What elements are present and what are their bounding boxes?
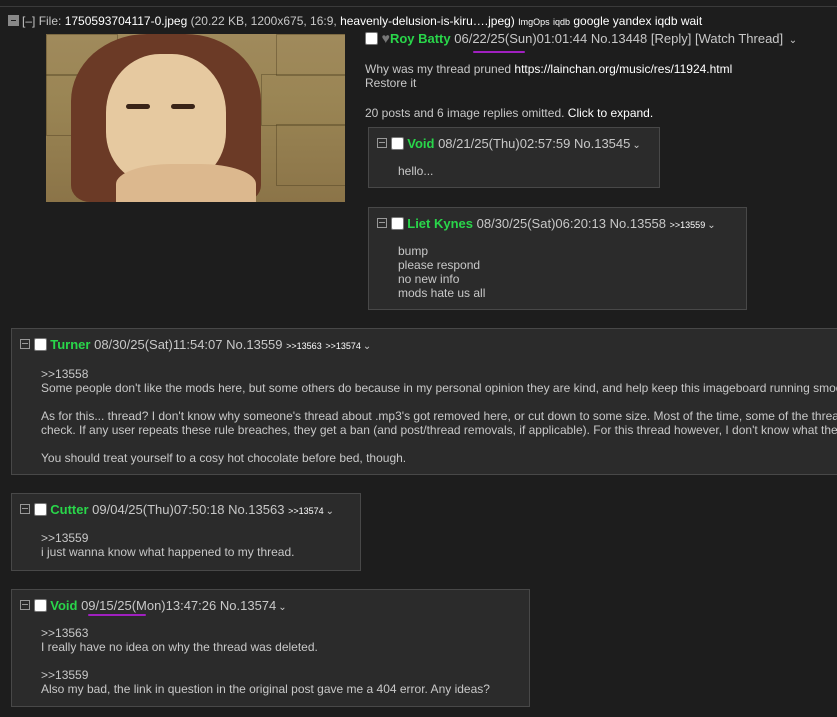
select-checkbox[interactable] xyxy=(390,217,404,230)
chevron-down-icon[interactable]: ⌄ xyxy=(632,140,640,151)
quote-link[interactable]: >>13558 xyxy=(41,367,837,381)
op-header: ♥Roy Batty 06/22/25(Sun)01:01:44 No.1344… xyxy=(365,30,797,46)
yandex-link[interactable]: yandex xyxy=(613,14,652,28)
reply-post: Cutter 09/04/25(Thu)07:50:18 No.13563 >>… xyxy=(11,493,361,571)
reply-post: Turner 08/30/25(Sat)11:54:07 No.13559 >>… xyxy=(11,328,837,475)
post-datetime: 08/30/25(Sat)06:20:13 xyxy=(476,216,607,231)
annotation-underline xyxy=(88,614,146,616)
message-line: Also my bad, the link in question in the… xyxy=(41,682,490,696)
reply-post: Liet Kynes 08/30/25(Sat)06:20:13 No.1355… xyxy=(368,207,747,310)
poster-name: Void xyxy=(50,598,78,613)
poster-name: Void xyxy=(407,136,435,151)
collapse-icon[interactable] xyxy=(8,15,19,26)
post-number[interactable]: No.13558 xyxy=(610,216,666,231)
message-line: i just wanna know what happened to my th… xyxy=(41,545,295,559)
post-message: >>13563 I really have no idea on why the… xyxy=(41,626,490,696)
op-poster-name: Roy Batty xyxy=(389,31,451,46)
annotation-underline xyxy=(473,51,525,53)
post-message: >>13559 i just wanna know what happened … xyxy=(41,531,295,559)
reply-post: Void 08/21/25(Thu)02:57:59 No.13545 ⌄ hel… xyxy=(368,127,660,188)
chevron-down-icon[interactable]: ⌄ xyxy=(326,506,334,517)
op-body-text: Why was my thread pruned xyxy=(365,62,512,76)
select-checkbox[interactable] xyxy=(390,137,404,150)
poster-name: Liet Kynes xyxy=(407,216,473,231)
message-line: As for this... thread? I don't know why … xyxy=(41,409,837,423)
message-line: hello... xyxy=(398,164,434,178)
quote-link[interactable]: >>13559 xyxy=(41,668,490,682)
message-line: no new info xyxy=(398,272,460,286)
post-number[interactable]: No.13574 xyxy=(220,598,276,613)
message-line: bump xyxy=(398,244,429,258)
top-divider xyxy=(0,6,837,7)
watch-thread-link[interactable]: [Watch Thread] xyxy=(695,31,783,46)
op-time: (Sun)01:01:44 xyxy=(504,31,588,46)
op-body-link[interactable]: https://lainchan.org/music/res/11924.htm… xyxy=(514,62,732,76)
hide-post-icon[interactable] xyxy=(20,600,30,610)
omitted-notice: 20 posts and 6 image replies omitted. Cl… xyxy=(365,106,653,120)
file-label: File: xyxy=(38,14,62,28)
post-number[interactable]: No.13563 xyxy=(228,502,284,517)
post-number[interactable]: No.13559 xyxy=(226,337,282,352)
message-line: You should treat yourself to a cosy hot … xyxy=(41,451,407,465)
post-message: hello... xyxy=(398,164,433,178)
op-date: 06/22/25 xyxy=(454,31,505,46)
post-message: >>13558 Some people don't like the mods … xyxy=(41,367,837,465)
hide-post-icon[interactable] xyxy=(377,138,387,148)
quote-link[interactable]: >>13563 xyxy=(41,626,490,640)
backlink[interactable]: >>13559 xyxy=(670,220,706,230)
post-datetime: 08/30/25(Sat)11:54:07 xyxy=(94,337,223,352)
hide-post-icon[interactable] xyxy=(377,218,387,228)
post-number[interactable]: No.13545 xyxy=(574,136,630,151)
backlink[interactable]: >>13574 xyxy=(288,506,324,516)
select-checkbox[interactable] xyxy=(33,338,47,351)
quote-link[interactable]: >>13559 xyxy=(41,531,295,545)
google-link[interactable]: google xyxy=(573,14,609,28)
op-image-thumbnail[interactable] xyxy=(46,34,345,202)
op-post-number[interactable]: No.13448 xyxy=(591,31,647,46)
chevron-down-icon[interactable]: ⌄ xyxy=(363,341,371,352)
chevron-down-icon[interactable]: ⌄ xyxy=(278,602,286,613)
omitted-text: 20 posts and 6 image replies omitted. xyxy=(365,106,565,120)
op-select-checkbox[interactable] xyxy=(365,32,378,45)
poster-name: Turner xyxy=(50,337,91,352)
post-time: (Mon)13:47:26 xyxy=(131,598,217,613)
collapse-toggle[interactable]: [–] xyxy=(22,14,35,28)
message-line: check. If any user repeats these rule br… xyxy=(41,423,837,437)
message-line: Some people don't like the mods here, bu… xyxy=(41,381,837,395)
select-checkbox[interactable] xyxy=(33,599,47,612)
iqdb-small-link[interactable]: iqdb xyxy=(553,17,570,27)
reply-post: Void 09/15/25(Mon)13:47:26 No.13574 ⌄ >>1… xyxy=(11,589,530,707)
poster-name: Cutter xyxy=(50,502,89,517)
hide-post-icon[interactable] xyxy=(20,504,30,514)
op-message: Why was my thread pruned https://laincha… xyxy=(365,62,732,90)
chevron-down-icon[interactable]: ⌄ xyxy=(789,35,797,46)
file-meta: (20.22 KB, 1200x675, 16:9, xyxy=(190,14,337,28)
wait-link[interactable]: wait xyxy=(681,14,702,28)
original-filename-link[interactable]: heavenly-delusion-is-kiru….jpeg) xyxy=(340,14,515,28)
post-datetime: 08/21/25(Thu)02:57:59 xyxy=(438,136,571,151)
iqdb-link[interactable]: iqdb xyxy=(655,14,678,28)
expand-link[interactable]: Click to expand. xyxy=(568,106,653,120)
message-line: mods hate us all xyxy=(398,286,486,300)
post-message: bump please respond no new info mods hat… xyxy=(398,244,485,300)
post-datetime: 09/04/25(Thu)07:50:18 xyxy=(92,502,225,517)
backlink[interactable]: >>13563 xyxy=(286,341,322,351)
message-line: please respond xyxy=(398,258,481,272)
imgops-link[interactable]: ImgOps xyxy=(518,17,550,27)
message-line: I really have no idea on why the thread … xyxy=(41,640,318,654)
post-date: 09/15/25 xyxy=(81,598,132,613)
chevron-down-icon[interactable]: ⌄ xyxy=(707,220,715,231)
backlink[interactable]: >>13574 xyxy=(325,341,361,351)
reply-link[interactable]: [Reply] xyxy=(651,31,691,46)
hide-post-icon[interactable] xyxy=(20,339,30,349)
select-checkbox[interactable] xyxy=(33,503,47,516)
file-info-bar: [–] File: 1750593704117-0.jpeg (20.22 KB… xyxy=(8,14,702,28)
heart-icon[interactable]: ♥ xyxy=(382,30,390,46)
file-link[interactable]: 1750593704117-0.jpeg xyxy=(65,14,188,28)
op-body-restore: Restore it xyxy=(365,76,417,90)
